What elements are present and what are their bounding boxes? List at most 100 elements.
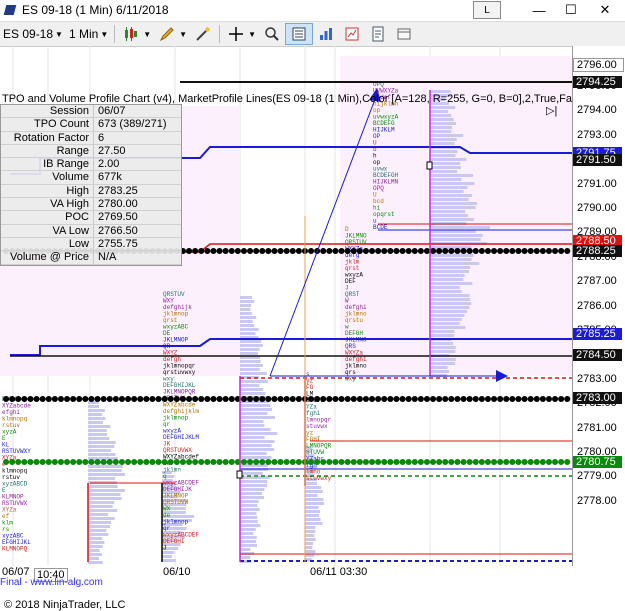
volume-bar [240, 344, 263, 347]
volume-bar [430, 318, 462, 321]
volume-bar [240, 496, 265, 499]
stats-key: Volume @ Price [1, 251, 94, 264]
volume-bar [305, 522, 323, 525]
volume-bar [88, 549, 100, 552]
indicators-icon [320, 28, 332, 40]
volume-bar [88, 441, 116, 444]
volume-bar [305, 494, 318, 497]
volume-bar [88, 429, 107, 432]
volume-bar [305, 502, 324, 505]
crosshair-button[interactable]: ▼ [223, 24, 259, 44]
volume-bar [305, 550, 316, 553]
strategies-button[interactable] [339, 24, 365, 44]
price-label: 2781.00 [577, 421, 617, 434]
volume-bar [430, 282, 473, 285]
volume-bar [430, 294, 470, 297]
price-marker-tag: 2780.75 [573, 456, 622, 468]
toolbar-overflow-icon [397, 28, 411, 40]
volume-bar [88, 417, 106, 420]
drawing-tool-button[interactable]: ▼ [154, 24, 190, 44]
volume-bar [240, 516, 258, 519]
volume-bar [88, 501, 115, 504]
price-marker-tag: 2791.50 [573, 154, 622, 166]
volume-bar [430, 334, 455, 337]
volume-bar [430, 306, 470, 309]
magic-wand-button[interactable] [190, 24, 216, 44]
volume-bar [430, 342, 454, 345]
chart-style-button[interactable]: ▼ [118, 24, 154, 44]
volume-bar [240, 488, 265, 491]
volume-bar [430, 286, 460, 289]
volume-bar [305, 498, 324, 501]
volume-bar [240, 500, 259, 503]
price-marker-tag: 2788.25 [573, 245, 622, 257]
volume-bar [88, 421, 104, 424]
volume-bar [240, 424, 265, 427]
stats-row: IB Range 2.00 [1, 158, 181, 172]
volume-bar [305, 482, 317, 485]
stats-value: 677k [98, 171, 122, 184]
volume-bar [88, 473, 125, 476]
volume-bar [88, 449, 112, 452]
volume-bar [305, 542, 314, 545]
volume-bar [88, 561, 103, 564]
volume-bar [240, 296, 252, 299]
footer-link[interactable]: Final - www.lin-alg.com [0, 577, 103, 588]
volume-bar [240, 540, 257, 543]
volume-bar [240, 316, 257, 319]
volume-bar [240, 440, 275, 443]
overflow-button[interactable] [391, 24, 417, 44]
link-button[interactable]: L [473, 1, 501, 19]
volume-bar [88, 469, 122, 472]
volume-bar [240, 456, 272, 459]
volume-bar [430, 314, 465, 317]
volume-bar [430, 198, 469, 201]
volume-bar [240, 372, 267, 375]
volume-bar [88, 529, 107, 532]
volume-bar [240, 528, 256, 531]
instrument-selector[interactable]: ES 09-18 ▼ [0, 24, 66, 44]
volume-bar [430, 166, 461, 169]
volume-bar [430, 138, 457, 141]
data-box-button[interactable] [285, 23, 313, 45]
volume-bar [240, 524, 261, 527]
volume-bar [240, 448, 275, 451]
price-label: 2794.00 [577, 104, 617, 117]
volume-bar [88, 413, 103, 416]
zoom-button[interactable] [259, 24, 285, 44]
volume-bar [430, 130, 452, 133]
properties-button[interactable] [365, 24, 391, 44]
stats-row: Volume 677k [1, 171, 181, 185]
stats-key: Range [1, 144, 94, 158]
stats-row: Session 06/07 [1, 105, 181, 119]
volume-bar [430, 174, 474, 177]
candlestick-icon [125, 27, 138, 41]
volume-bar [240, 512, 257, 515]
volume-bar [430, 322, 460, 325]
price-marker-tag: 2783.00 [573, 392, 622, 404]
price-label: 2790.00 [577, 202, 617, 214]
price-axis[interactable]: 2795.002794.002793.002792.002791.002790.… [572, 46, 625, 566]
volume-bar [430, 210, 466, 213]
close-button[interactable]: ✕ [585, 0, 625, 20]
volume-bar [88, 489, 125, 492]
indicators-button[interactable] [313, 24, 339, 44]
price-label: 2787.00 [577, 275, 617, 288]
volume-bar [430, 134, 464, 137]
interval-selector[interactable]: 1 Min ▼ [66, 24, 111, 44]
volume-bar [88, 505, 113, 508]
chart-panel[interactable]: RSTUXYZabcdeefghiklmnopqrstuvxyzAEKLRSTU… [0, 46, 625, 611]
session-stats-table: Session 06/07 TPO Count 673 (389/271) Rotati… [0, 104, 182, 266]
stats-value: 2783.25 [98, 184, 138, 197]
stats-row: Volume @ Price N/A [1, 251, 181, 265]
volume-bar [430, 178, 462, 181]
zoom-icon [265, 27, 279, 41]
stats-key: High [1, 184, 94, 198]
stats-value: 2755.75 [98, 237, 138, 250]
volume-bar [430, 194, 472, 197]
volume-bar [240, 484, 268, 487]
stats-value: 673 (389/271) [98, 118, 167, 131]
volume-bar [430, 350, 456, 353]
scroll-right-icon[interactable]: ▷| [546, 104, 558, 117]
volume-bar [240, 556, 251, 559]
